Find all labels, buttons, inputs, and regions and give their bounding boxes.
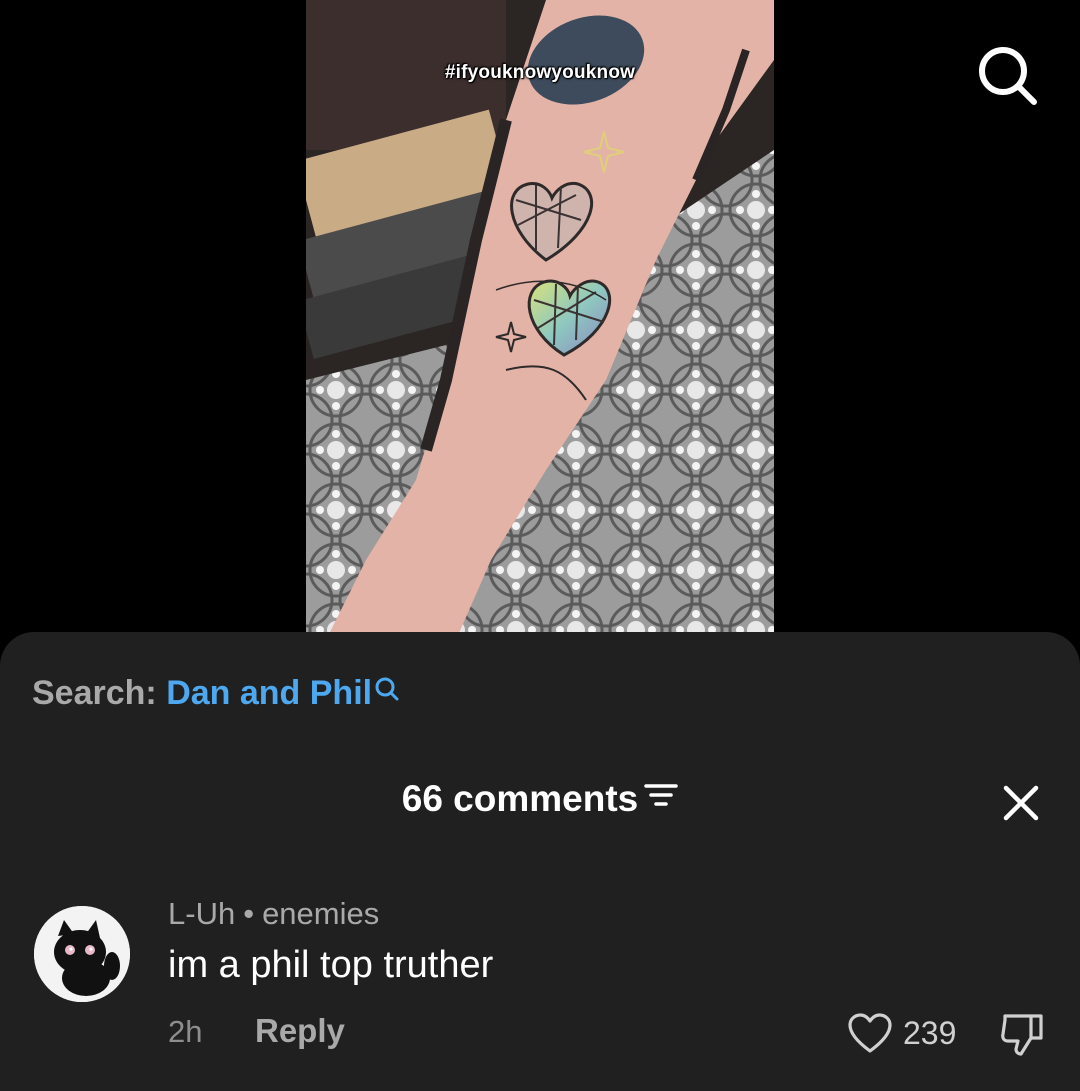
close-icon[interactable]	[996, 778, 1046, 828]
app-screen: #ifyouknowyouknow Search: Dan and Phil 6…	[0, 0, 1080, 1091]
comment-time: 2h	[168, 1014, 203, 1049]
meta-separator: •	[243, 896, 255, 931]
thumbs-down-icon[interactable]	[997, 1010, 1047, 1060]
comment-meta: L-Uh • enemies	[168, 896, 379, 932]
search-term-link[interactable]: Dan and Phil	[166, 674, 372, 712]
avatar[interactable]	[34, 906, 130, 1002]
comments-header: 66 comments	[0, 778, 1080, 820]
search-suggestion[interactable]: Search: Dan and Phil	[32, 674, 400, 713]
comment-text: im a phil top truther	[168, 944, 494, 986]
filter-icon[interactable]	[644, 777, 678, 819]
heart-icon[interactable]	[847, 1012, 893, 1054]
video-frame-illustration	[306, 0, 774, 640]
black-cat-avatar-icon	[34, 906, 130, 1002]
comment-username[interactable]: L-Uh	[168, 896, 235, 931]
search-icon[interactable]	[374, 676, 400, 702]
comments-count-title: 66 comments	[401, 778, 639, 819]
comment-tag: enemies	[262, 896, 380, 931]
like-count: 239	[903, 1014, 957, 1051]
search-prefix-label: Search:	[32, 674, 157, 712]
video-player[interactable]: #ifyouknowyouknow	[306, 0, 774, 640]
comments-sheet: Search: Dan and Phil 66 comments L-Uh • …	[0, 632, 1080, 1091]
reply-button[interactable]: Reply	[255, 1012, 345, 1050]
video-hashtag[interactable]: #ifyouknowyouknow	[306, 62, 774, 84]
search-icon[interactable]	[972, 40, 1042, 110]
like-button[interactable]: 239	[847, 1010, 956, 1056]
